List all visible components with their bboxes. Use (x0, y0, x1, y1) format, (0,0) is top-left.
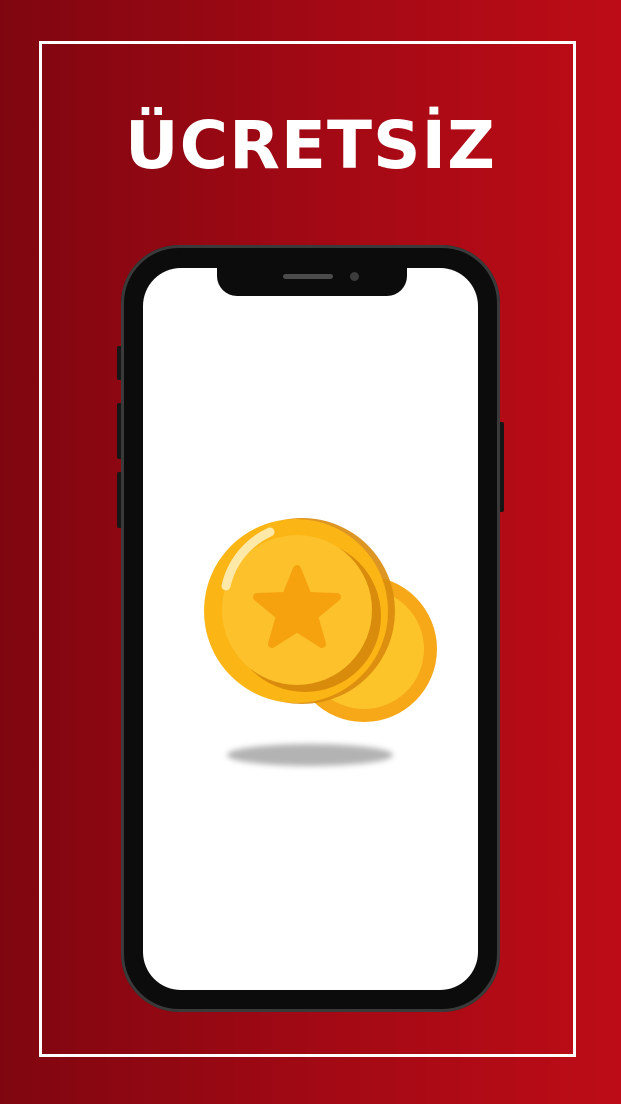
coin-shadow (227, 744, 393, 766)
phone-notch (217, 264, 407, 296)
phone-camera (350, 272, 359, 281)
gold-coins-star-icon (204, 518, 437, 766)
headline: ÜCRETSİZ (125, 107, 496, 184)
phone-speaker (283, 274, 333, 279)
